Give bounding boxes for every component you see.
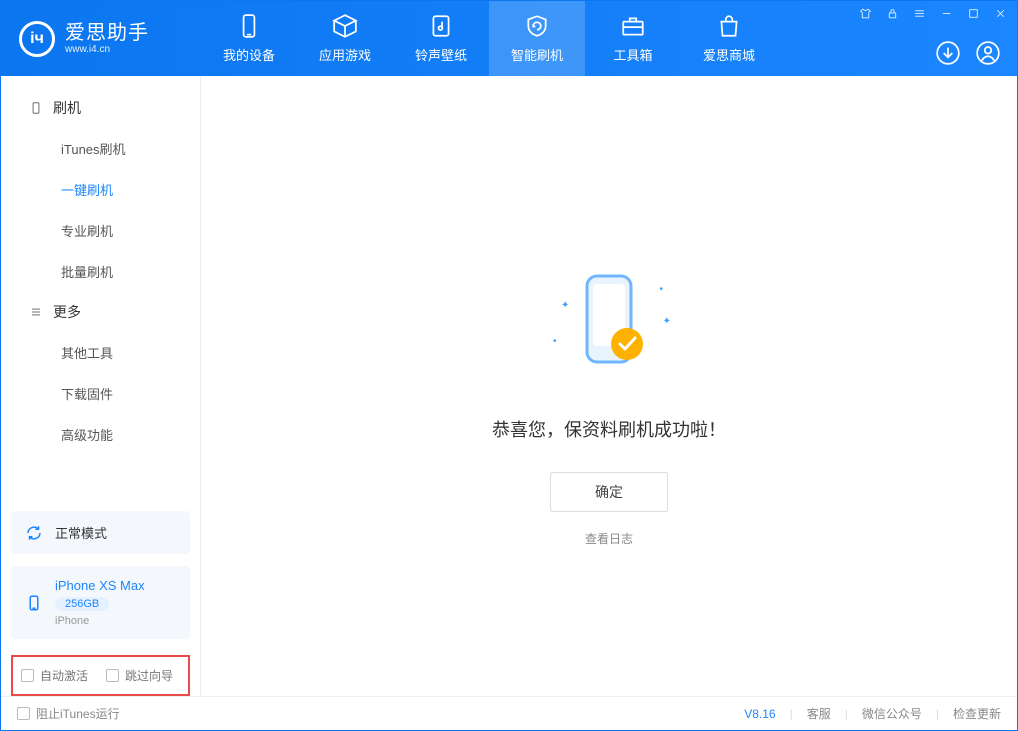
- maximize-button[interactable]: [967, 7, 980, 22]
- nav-toolbox[interactable]: 工具箱: [585, 1, 681, 76]
- sidebar-item-download-fw[interactable]: 下载固件: [1, 373, 200, 414]
- logo-icon: iч: [19, 21, 55, 57]
- sidebar-item-batch-flash[interactable]: 批量刷机: [1, 251, 200, 292]
- music-file-icon: [428, 13, 454, 39]
- nav-my-device[interactable]: 我的设备: [201, 1, 297, 76]
- sidebar-group-more: 更多: [1, 292, 200, 332]
- device-mode-box[interactable]: 正常模式: [11, 511, 190, 554]
- sync-icon: [25, 524, 43, 542]
- sidebar-item-other-tools[interactable]: 其他工具: [1, 332, 200, 373]
- cube-icon: [332, 13, 358, 39]
- sidebar-item-itunes-flash[interactable]: iTunes刷机: [1, 128, 200, 169]
- nav-label: 应用游戏: [319, 45, 371, 64]
- nav-label: 智能刷机: [511, 45, 563, 64]
- group-label: 更多: [53, 302, 81, 322]
- device-capacity: 256GB: [55, 597, 109, 611]
- device-name: iPhone XS Max: [55, 578, 145, 593]
- nav-label: 我的设备: [223, 45, 275, 64]
- shirt-icon[interactable]: [859, 7, 872, 22]
- support-link[interactable]: 客服: [807, 705, 831, 722]
- checkbox-icon: [106, 669, 119, 682]
- checkbox-label: 阻止iTunes运行: [36, 705, 120, 722]
- checkbox-block-itunes[interactable]: 阻止iTunes运行: [17, 705, 120, 722]
- app-header: iч 爱思助手 www.i4.cn 我的设备 应用游戏 铃声壁纸 智能刷机: [1, 1, 1017, 76]
- checkbox-label: 自动激活: [40, 667, 88, 684]
- group-label: 刷机: [53, 98, 81, 118]
- nav-label: 爱思商城: [703, 45, 755, 64]
- main-content: ✦ • • ✦ 恭喜您，保资料刷机成功啦！ 确定 查看日志: [201, 76, 1017, 696]
- sidebar-item-pro-flash[interactable]: 专业刷机: [1, 210, 200, 251]
- success-illustration: ✦ • • ✦: [549, 266, 669, 386]
- download-icon[interactable]: [935, 40, 961, 66]
- wechat-link[interactable]: 微信公众号: [862, 705, 922, 722]
- device-type: iPhone: [55, 615, 145, 627]
- checkbox-skip-guide[interactable]: 跳过向导: [106, 667, 173, 684]
- user-icon[interactable]: [975, 40, 1001, 66]
- header-right-icons: [935, 40, 1001, 66]
- checkbox-auto-activate[interactable]: 自动激活: [21, 667, 88, 684]
- success-message: 恭喜您，保资料刷机成功啦！: [492, 416, 726, 442]
- checkbox-label: 跳过向导: [125, 667, 173, 684]
- lock-icon[interactable]: [886, 7, 899, 22]
- version-label: V8.16: [744, 707, 775, 721]
- nav-smart-flash[interactable]: 智能刷机: [489, 1, 585, 76]
- nav-store[interactable]: 爱思商城: [681, 1, 777, 76]
- check-update-link[interactable]: 检查更新: [953, 705, 1001, 722]
- status-bar: 阻止iTunes运行 V8.16 | 客服 | 微信公众号 | 检查更新: [1, 696, 1017, 730]
- ok-button[interactable]: 确定: [550, 472, 668, 512]
- sidebar-group-flash: 刷机: [1, 88, 200, 128]
- list-icon: [29, 305, 43, 319]
- sidebar-item-onekey-flash[interactable]: 一键刷机: [1, 169, 200, 210]
- device-mode-label: 正常模式: [55, 523, 107, 542]
- device-info-box[interactable]: iPhone XS Max 256GB iPhone: [11, 566, 190, 639]
- app-title-en: www.i4.cn: [65, 44, 149, 55]
- close-button[interactable]: [994, 7, 1007, 22]
- app-logo: iч 爱思助手 www.i4.cn: [1, 1, 201, 76]
- phone-icon: [29, 101, 43, 115]
- sidebar: 刷机 iTunes刷机 一键刷机 专业刷机 批量刷机 更多 其他工具 下载固件 …: [1, 76, 201, 696]
- flash-options-row: 自动激活 跳过向导: [11, 655, 190, 696]
- view-log-link[interactable]: 查看日志: [585, 530, 633, 547]
- nav-label: 工具箱: [613, 45, 652, 64]
- nav-ring-wall[interactable]: 铃声壁纸: [393, 1, 489, 76]
- checkbox-icon: [17, 707, 30, 720]
- window-controls: [859, 7, 1007, 22]
- shopping-bag-icon: [716, 13, 742, 39]
- minimize-button[interactable]: [940, 7, 953, 22]
- checkbox-icon: [21, 669, 34, 682]
- nav-label: 铃声壁纸: [415, 45, 467, 64]
- phone-icon: [25, 594, 43, 612]
- refresh-shield-icon: [524, 13, 550, 39]
- briefcase-icon: [620, 13, 646, 39]
- menu-icon[interactable]: [913, 7, 926, 22]
- device-icon: [236, 13, 262, 39]
- sidebar-item-advanced[interactable]: 高级功能: [1, 414, 200, 455]
- nav-apps-games[interactable]: 应用游戏: [297, 1, 393, 76]
- main-nav: 我的设备 应用游戏 铃声壁纸 智能刷机 工具箱 爱思商城: [201, 1, 777, 76]
- app-title-cn: 爱思助手: [65, 22, 149, 44]
